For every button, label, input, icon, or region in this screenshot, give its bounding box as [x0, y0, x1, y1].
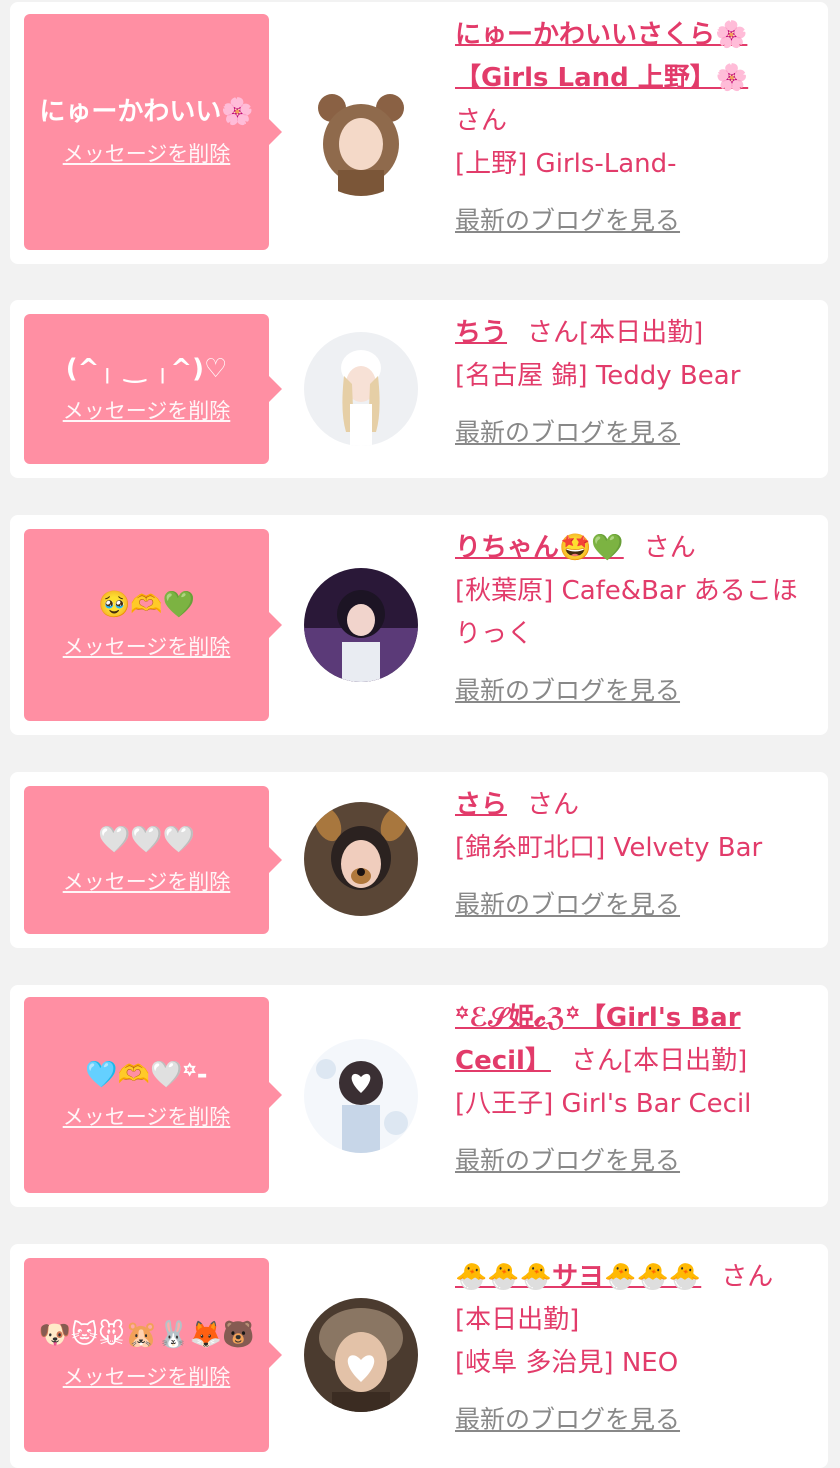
honorific-text: さん [527, 318, 580, 348]
message-text: 🩵🫶🤍꙳- [85, 1059, 208, 1090]
message-bubble: 🩵🫶🤍꙳- メッセージを削除 [24, 997, 282, 1193]
avatar[interactable] [304, 1298, 418, 1412]
message-bubble: 🤍🤍🤍 メッセージを削除 [24, 786, 282, 934]
avatar-image [304, 1298, 418, 1412]
avatar[interactable] [304, 332, 418, 446]
honorific-text: さん [721, 1262, 774, 1292]
sender-name-link[interactable]: ちう [455, 318, 507, 348]
avatar-image [304, 568, 418, 682]
shop-text: [岐阜 多治見] NEO [455, 1347, 679, 1378]
message-info: さら さん [錦糸町北口] Velvety Bar 最新のブログを見る [455, 784, 801, 925]
message-card: 🐶🐱🐭🐹🐰🦊🐻 メッセージを削除 🐣🐣🐣サヨ🐣🐣🐣 さん [本日出勤] [岐阜 多治… [10, 1244, 828, 1468]
delete-message-button[interactable]: メッセージを削除 [63, 866, 231, 896]
message-info: りちゃん🤩💚 さん [秋葉原] Cafe&Bar あるこほりっく 最新のブログを見… [455, 527, 801, 711]
message-bubble: にゅーかわいい🌸 メッセージを削除 [24, 14, 282, 250]
honorific-text: さん [643, 533, 696, 563]
shop-text: [秋葉原] Cafe&Bar あるこほりっく [455, 575, 798, 649]
message-bubble: 🐶🐱🐭🐹🐰🦊🐻 メッセージを削除 [24, 1258, 282, 1452]
shop-text: [八王子] Girl's Bar Cecil [455, 1088, 752, 1119]
honorific-text: さん [570, 1045, 623, 1076]
delete-message-button[interactable]: メッセージを削除 [63, 631, 231, 661]
latest-blog-link[interactable]: 最新のブログを見る [455, 1399, 801, 1440]
avatar-image [304, 332, 418, 446]
message-card: 🥹🫶💚 メッセージを削除 りちゃん🤩💚 さん [秋葉原] Cafe&Bar あるこ… [10, 515, 828, 735]
message-card: (^╷ ‿ ╷^)♡ メッセージを削除 ちう さん[本日出勤] [名古屋 錦] T… [10, 300, 828, 478]
message-text: 🥹🫶💚 [97, 589, 196, 620]
latest-blog-link[interactable]: 最新のブログを見る [455, 1140, 801, 1181]
message-bubble: (^╷ ‿ ╷^)♡ メッセージを削除 [24, 314, 282, 464]
message-text: (^╷ ‿ ╷^)♡ [65, 353, 228, 384]
honorific-text: さん [455, 105, 508, 136]
message-info: ꙳ℰ𝒮姫𝓬ℨ꙳【Girl's Bar Cecil】 さん[本日出勤] [八王子] … [455, 997, 801, 1181]
latest-blog-link[interactable]: 最新のブログを見る [455, 200, 801, 241]
avatar-image [304, 1039, 418, 1153]
avatar-image [304, 802, 418, 916]
shop-text: [上野] Girls-Land- [455, 148, 677, 179]
message-info: にゅーかわいいさくら🌸【Girls Land 上野】🌸 さん [上野] Girl… [455, 14, 801, 241]
delete-message-button[interactable]: メッセージを削除 [63, 138, 231, 168]
on-duty-text: [本日出勤] [579, 318, 704, 348]
delete-message-button[interactable]: メッセージを削除 [63, 1361, 231, 1391]
message-card: にゅーかわいい🌸 メッセージを削除 にゅーかわいいさくら🌸【Girls Land… [10, 2, 828, 264]
avatar[interactable] [304, 568, 418, 682]
message-info: ちう さん[本日出勤] [名古屋 錦] Teddy Bear 最新のブログを見る [455, 312, 801, 453]
delete-message-button[interactable]: メッセージを削除 [63, 1101, 231, 1131]
avatar[interactable] [304, 802, 418, 916]
latest-blog-link[interactable]: 最新のブログを見る [455, 412, 801, 453]
shop-text: [名古屋 錦] Teddy Bear [455, 360, 741, 391]
sender-name-link[interactable]: りちゃん🤩💚 [455, 533, 624, 563]
latest-blog-link[interactable]: 最新のブログを見る [455, 670, 801, 711]
sender-name-link[interactable]: さら [455, 790, 507, 820]
honorific-text: さん [527, 790, 580, 820]
delete-message-button[interactable]: メッセージを削除 [63, 395, 231, 425]
message-text: 🤍🤍🤍 [97, 824, 196, 855]
message-card: 🤍🤍🤍 メッセージを削除 さら さん [錦糸町北口] Velvety Bar 最新… [10, 772, 828, 948]
message-bubble: 🥹🫶💚 メッセージを削除 [24, 529, 282, 721]
message-info: 🐣🐣🐣サヨ🐣🐣🐣 さん [本日出勤] [岐阜 多治見] NEO 最新のブログを見る [455, 1256, 801, 1440]
sender-name-link[interactable]: 🐣🐣🐣サヨ🐣🐣🐣 [455, 1262, 701, 1292]
on-duty-text: [本日出勤] [622, 1045, 748, 1076]
avatar[interactable] [304, 82, 418, 196]
avatar-image [304, 82, 418, 196]
avatar[interactable] [304, 1039, 418, 1153]
on-duty-text: [本日出勤] [455, 1304, 580, 1335]
shop-text: [錦糸町北口] Velvety Bar [455, 832, 763, 863]
latest-blog-link[interactable]: 最新のブログを見る [455, 884, 801, 925]
message-card: 🩵🫶🤍꙳- メッセージを削除 ꙳ℰ𝒮姫𝓬ℨ꙳【Girl's Bar Cecil】… [10, 985, 828, 1207]
sender-name-link[interactable]: にゅーかわいいさくら🌸【Girls Land 上野】🌸 [455, 20, 748, 93]
message-text: 🐶🐱🐭🐹🐰🦊🐻 [38, 1319, 255, 1350]
message-text: にゅーかわいい🌸 [39, 96, 254, 127]
